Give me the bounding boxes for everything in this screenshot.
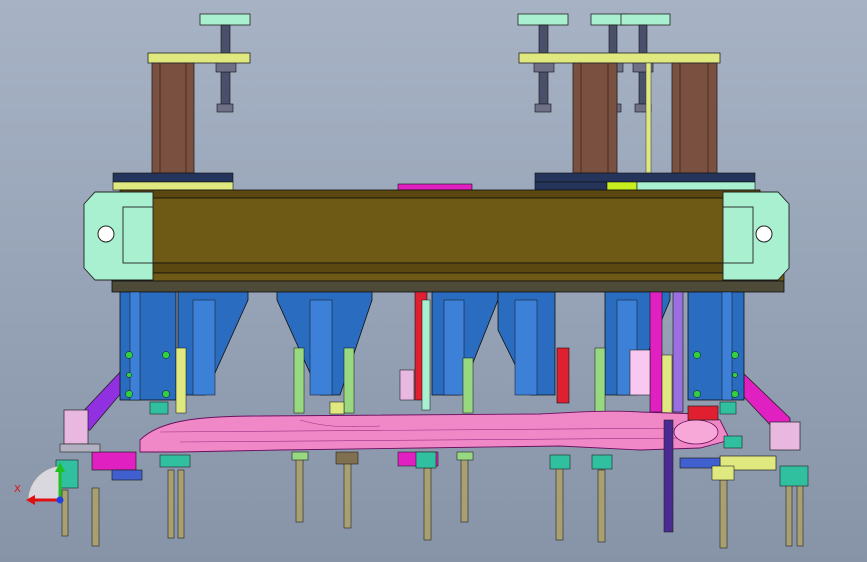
- base-plate-left-lower: [112, 181, 234, 191]
- axis-z-dot: [56, 496, 64, 504]
- small-block-b: [629, 349, 651, 396]
- guide-rod: [645, 62, 652, 174]
- base-plate-right-lower-b: [606, 181, 638, 191]
- violet-rod: [672, 291, 684, 413]
- magenta-pad-top: [397, 183, 473, 191]
- small-block-a: [399, 369, 415, 401]
- column-left: [151, 62, 195, 174]
- column-right-1: [572, 62, 618, 174]
- base-plate-left: [112, 172, 234, 183]
- column-right-2: [671, 62, 718, 174]
- side-arm-right: [741, 371, 791, 431]
- cad-viewport[interactable]: X: [0, 0, 867, 562]
- beam-end-plate-right: [722, 191, 790, 281]
- clamp-bracket-3: [276, 291, 373, 396]
- clamp-bracket-4: [431, 291, 556, 396]
- red-pusher-2: [556, 347, 570, 404]
- axis-triad: [26, 462, 65, 505]
- beam-end-plate-left: [83, 191, 154, 281]
- base-plate-right-lower-c: [636, 181, 756, 191]
- base-plate-right: [534, 172, 756, 183]
- workpiece-part: [139, 410, 731, 453]
- clamp-bracket-6: [687, 291, 745, 401]
- column-cap-left: [147, 52, 251, 64]
- main-beam: [111, 189, 785, 293]
- axis-x-label: X: [14, 484, 21, 495]
- clamp-bracket-2: [177, 291, 249, 396]
- magenta-pusher: [649, 291, 663, 413]
- base-plate-right-lower-a: [534, 181, 608, 191]
- clamp-bracket-1: [119, 291, 177, 401]
- column-cap-right: [518, 52, 721, 64]
- fixture-assembly-drawing: [26, 13, 809, 549]
